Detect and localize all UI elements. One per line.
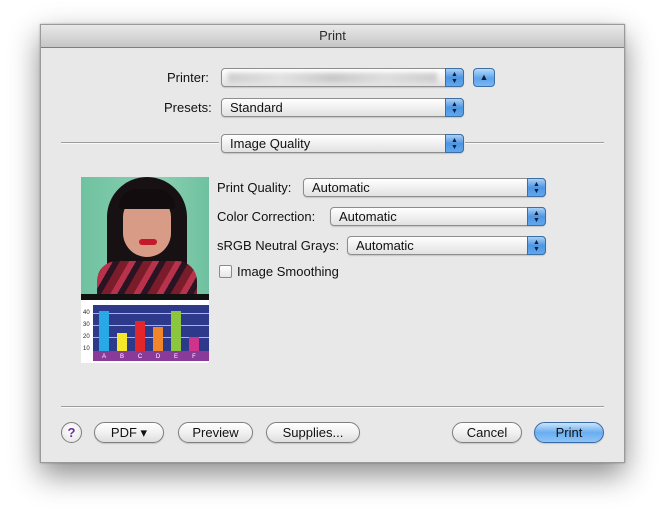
- cancel-button[interactable]: Cancel: [452, 422, 522, 443]
- preview-chart: A B C D E F: [93, 305, 209, 361]
- panel-value: Image Quality: [230, 136, 311, 151]
- chart-ytick: 30: [83, 322, 90, 328]
- preview-thumbnail: 40 30 20 10 A B C D E F: [81, 177, 209, 363]
- srgb-neutral-grays-label: sRGB Neutral Grays:: [217, 238, 340, 253]
- triangle-up-icon: ▲: [479, 72, 489, 82]
- color-correction-label: Color Correction:: [217, 209, 316, 224]
- photo-lips: [139, 239, 157, 245]
- print-dialog: Print Printer: ▲ ▼ ▲ Presets: Standard ▲ ▼…: [40, 24, 625, 463]
- presets-value: Standard: [230, 100, 283, 115]
- footer-separator: [61, 406, 604, 408]
- supplies-button[interactable]: Supplies...: [266, 422, 360, 443]
- question-mark-icon: ?: [67, 425, 76, 440]
- separator-left: [61, 142, 219, 144]
- chart-bar: [189, 337, 199, 351]
- chart-x-label: B: [119, 354, 124, 360]
- image-smoothing-checkbox[interactable]: [219, 265, 232, 278]
- chart-ytick: 20: [83, 334, 90, 340]
- chart-gridline: [93, 313, 209, 314]
- print-quality-label: Print Quality:: [217, 180, 292, 195]
- print-button[interactable]: Print: [534, 422, 604, 443]
- up-down-arrows-icon: ▲ ▼: [445, 98, 464, 117]
- srgb-neutral-grays-popup[interactable]: Automatic ▲ ▼: [347, 236, 546, 255]
- chart-ytick: 10: [83, 346, 90, 352]
- preview-photo: [81, 177, 209, 300]
- photo-bangs: [119, 189, 175, 209]
- presets-popup[interactable]: Standard ▲ ▼: [221, 98, 464, 117]
- chart-bar: [117, 333, 127, 351]
- photo-bar: [81, 294, 209, 300]
- color-correction-value: Automatic: [339, 209, 397, 224]
- preview-button[interactable]: Preview: [178, 422, 253, 443]
- srgb-neutral-grays-value: Automatic: [356, 238, 414, 253]
- print-quality-value: Automatic: [312, 180, 370, 195]
- chart-x-label: A: [101, 354, 106, 360]
- help-button[interactable]: ?: [61, 422, 82, 443]
- chart-gridline: [93, 325, 209, 326]
- chart-bar: [171, 311, 181, 351]
- chart-x-label: F: [192, 354, 196, 360]
- up-down-arrows-icon: ▲ ▼: [527, 178, 546, 197]
- panel-popup[interactable]: Image Quality ▲ ▼: [221, 134, 464, 153]
- chart-x-label: C: [137, 354, 143, 360]
- printer-label: Printer:: [167, 70, 209, 85]
- up-down-arrows-icon: ▲ ▼: [527, 207, 546, 226]
- chart-bar: [135, 321, 145, 351]
- color-correction-popup[interactable]: Automatic ▲ ▼: [330, 207, 546, 226]
- chart-x-label: E: [173, 354, 178, 360]
- up-down-arrows-icon: ▲ ▼: [527, 236, 546, 255]
- chart-x-label: D: [155, 354, 161, 360]
- chart-bar: [99, 311, 109, 351]
- image-smoothing-label[interactable]: Image Smoothing: [237, 264, 339, 279]
- chart-bar: [153, 327, 163, 351]
- up-down-arrows-icon: ▲ ▼: [445, 68, 464, 87]
- presets-label: Presets:: [164, 100, 212, 115]
- disclosure-button[interactable]: ▲: [473, 68, 495, 87]
- chart-ytick: 40: [83, 310, 90, 316]
- window-title: Print: [41, 25, 624, 48]
- up-down-arrows-icon: ▲ ▼: [445, 134, 464, 153]
- print-quality-popup[interactable]: Automatic ▲ ▼: [303, 178, 546, 197]
- pdf-menu-button[interactable]: PDF ▾: [94, 422, 164, 443]
- separator-right: [465, 142, 604, 144]
- printer-value: [228, 73, 437, 83]
- printer-popup[interactable]: ▲ ▼: [221, 68, 464, 87]
